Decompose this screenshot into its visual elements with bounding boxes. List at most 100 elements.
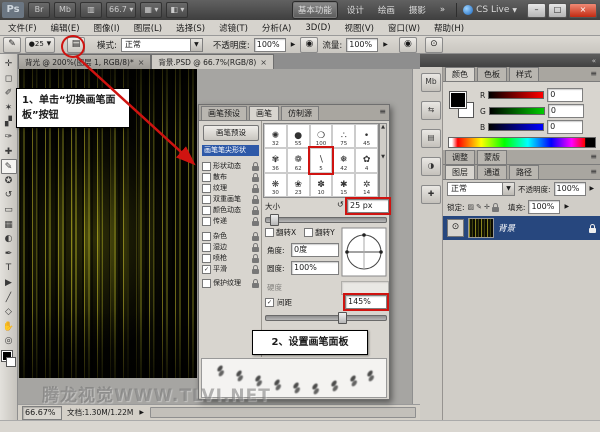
- status-options-arrow[interactable]: ▶: [138, 407, 145, 419]
- 3d-rotate-tool[interactable]: ◇: [1, 305, 17, 320]
- pen-tool[interactable]: ✒: [1, 247, 17, 262]
- checkbox[interactable]: ✓: [202, 264, 211, 274]
- history-brush-tool[interactable]: ↺: [1, 188, 17, 203]
- hand-tool[interactable]: ✋: [1, 320, 17, 335]
- spacing-field[interactable]: 145%: [345, 295, 387, 309]
- brush-tip[interactable]: ∴ 75: [332, 124, 356, 149]
- quick-selection-tool[interactable]: ✶: [1, 101, 17, 116]
- red-value-field[interactable]: 0: [547, 88, 584, 102]
- airbrush-opacity-icon[interactable]: ◉: [300, 36, 319, 53]
- color-swatches[interactable]: [0, 349, 16, 367]
- fill-arrow[interactable]: ▶: [563, 201, 570, 213]
- collapse-dock-button[interactable]: «: [592, 57, 596, 65]
- panel-menu-icon[interactable]: ≡: [590, 152, 597, 161]
- brush-tool-icon[interactable]: ✎: [3, 36, 21, 53]
- brush-tool[interactable]: ✎: [0, 159, 17, 174]
- dodge-tool[interactable]: ◐: [1, 232, 17, 247]
- tab-color[interactable]: 颜色: [445, 67, 475, 81]
- brush-tip[interactable]: ❅ 42: [332, 148, 356, 173]
- spacing-slider[interactable]: [265, 312, 387, 324]
- spacing-checkbox[interactable]: ✓ 间距: [265, 297, 292, 308]
- lock-icon[interactable]: [252, 172, 259, 182]
- flow-arrow[interactable]: ▶: [382, 39, 389, 51]
- info-icon[interactable]: ◑: [421, 157, 441, 176]
- foreground-color-swatch[interactable]: [449, 91, 467, 109]
- menu-filter[interactable]: 滤镜(T): [213, 21, 254, 35]
- zoom-percent-field[interactable]: 66.67%: [22, 405, 62, 420]
- blue-slider[interactable]: [488, 123, 545, 131]
- document-tab-active[interactable]: 背景.PSD @ 66.7%(RGB/8) ×: [151, 54, 274, 69]
- tab-paths[interactable]: 路径: [509, 165, 539, 179]
- checkbox[interactable]: [202, 216, 211, 226]
- lock-icon[interactable]: [252, 231, 259, 241]
- layer-opacity-arrow[interactable]: ▶: [589, 183, 596, 195]
- tab-brush-presets[interactable]: 画笔预设: [201, 106, 247, 120]
- document-tab-inactive[interactable]: 背光 @ 200%(图层 1, RGB/8)* ×: [18, 54, 152, 69]
- brush-tip[interactable]: ✿ 4: [355, 148, 378, 173]
- blue-value-field[interactable]: 0: [547, 120, 584, 134]
- tab-styles[interactable]: 样式: [509, 67, 539, 81]
- blend-mode-dropdown[interactable]: 正常 ▼: [447, 182, 515, 196]
- color-spectrum-ramp[interactable]: [448, 137, 596, 148]
- horizontal-scrollbar[interactable]: [150, 407, 416, 418]
- tab-masks[interactable]: 蒙版: [477, 150, 507, 164]
- panel-menu-icon[interactable]: ≡: [590, 167, 597, 176]
- layer-thumbnail[interactable]: [468, 218, 494, 238]
- lock-pixels-icon[interactable]: ✎: [476, 203, 482, 211]
- checkbox[interactable]: [202, 242, 211, 252]
- option-smoothing[interactable]: ✓ 平滑: [202, 264, 259, 274]
- lock-icon[interactable]: [252, 205, 259, 215]
- flow-field[interactable]: 100%: [346, 37, 379, 52]
- workspace-overflow-button[interactable]: »: [435, 3, 450, 17]
- minimize-button[interactable]: –: [527, 2, 546, 18]
- lock-position-icon[interactable]: ✛: [484, 203, 490, 211]
- red-slider[interactable]: [488, 91, 545, 99]
- green-value-field[interactable]: 0: [547, 104, 584, 118]
- zoom-level-field[interactable]: 66.7 ▾: [106, 2, 137, 18]
- checkbox[interactable]: [202, 205, 211, 215]
- panel-menu-icon[interactable]: ≡: [379, 107, 386, 116]
- grid-scrollbar[interactable]: ▲ ▼: [379, 123, 387, 198]
- angle-roundness-control[interactable]: [341, 227, 387, 277]
- screen-mode-icon[interactable]: ◧ ▾: [166, 2, 189, 18]
- clone-stamp-tool[interactable]: ✪: [1, 174, 17, 189]
- mini-bridge-icon[interactable]: Mb: [54, 2, 76, 18]
- background-color-swatch[interactable]: [5, 356, 16, 367]
- tab-layers[interactable]: 图层: [445, 165, 475, 179]
- flip-y-checkbox[interactable]: 翻转Y: [304, 227, 335, 238]
- brush-tip[interactable]: ✺ 32: [264, 124, 287, 149]
- roundness-field[interactable]: 100%: [291, 261, 339, 275]
- view-extras-icon[interactable]: ▥: [80, 2, 102, 18]
- clone-source-icon[interactable]: ✚: [421, 185, 441, 204]
- menu-edit[interactable]: 编辑(E): [45, 21, 86, 35]
- brush-tip-shape-item[interactable]: 画笔笔尖形状: [202, 145, 259, 156]
- size-slider[interactable]: [265, 214, 387, 226]
- option-protect-texture[interactable]: 保护纹理: [202, 278, 259, 288]
- slider-knob[interactable]: [338, 312, 347, 324]
- path-selection-tool[interactable]: ▶: [1, 276, 17, 291]
- menu-window[interactable]: 窗口(W): [382, 21, 426, 35]
- reset-icon[interactable]: ↺: [337, 200, 344, 209]
- launch-bridge-icon[interactable]: Br: [28, 2, 50, 18]
- option-wet-edges[interactable]: 湿边: [202, 242, 259, 252]
- lock-icon[interactable]: [252, 194, 259, 204]
- lock-icon[interactable]: [252, 216, 259, 226]
- type-tool[interactable]: T: [1, 261, 17, 276]
- menu-help[interactable]: 帮助(H): [428, 21, 470, 35]
- brush-presets-button[interactable]: 画笔预设: [203, 125, 259, 141]
- lock-icon[interactable]: [252, 242, 259, 252]
- eyedropper-tool[interactable]: ✑: [1, 130, 17, 145]
- lasso-tool[interactable]: ✐: [1, 86, 17, 101]
- option-airbrush[interactable]: 喷枪: [202, 253, 259, 263]
- menu-select[interactable]: 选择(S): [170, 21, 211, 35]
- gradient-tool[interactable]: ▦: [1, 218, 17, 233]
- brush-tip[interactable]: • 45: [355, 124, 378, 149]
- workspace-design-button[interactable]: 设计: [342, 2, 369, 18]
- brush-tip[interactable]: ✾ 36: [264, 148, 287, 173]
- actions-icon[interactable]: ⇆: [421, 101, 441, 120]
- brush-tip[interactable]: ❍ 100: [309, 124, 333, 149]
- tab-brush[interactable]: 画笔: [249, 106, 279, 120]
- crop-tool[interactable]: ▞: [1, 115, 17, 130]
- close-tab-icon[interactable]: ×: [138, 58, 145, 67]
- brush-preset-picker[interactable]: ●25 ▾: [25, 36, 55, 53]
